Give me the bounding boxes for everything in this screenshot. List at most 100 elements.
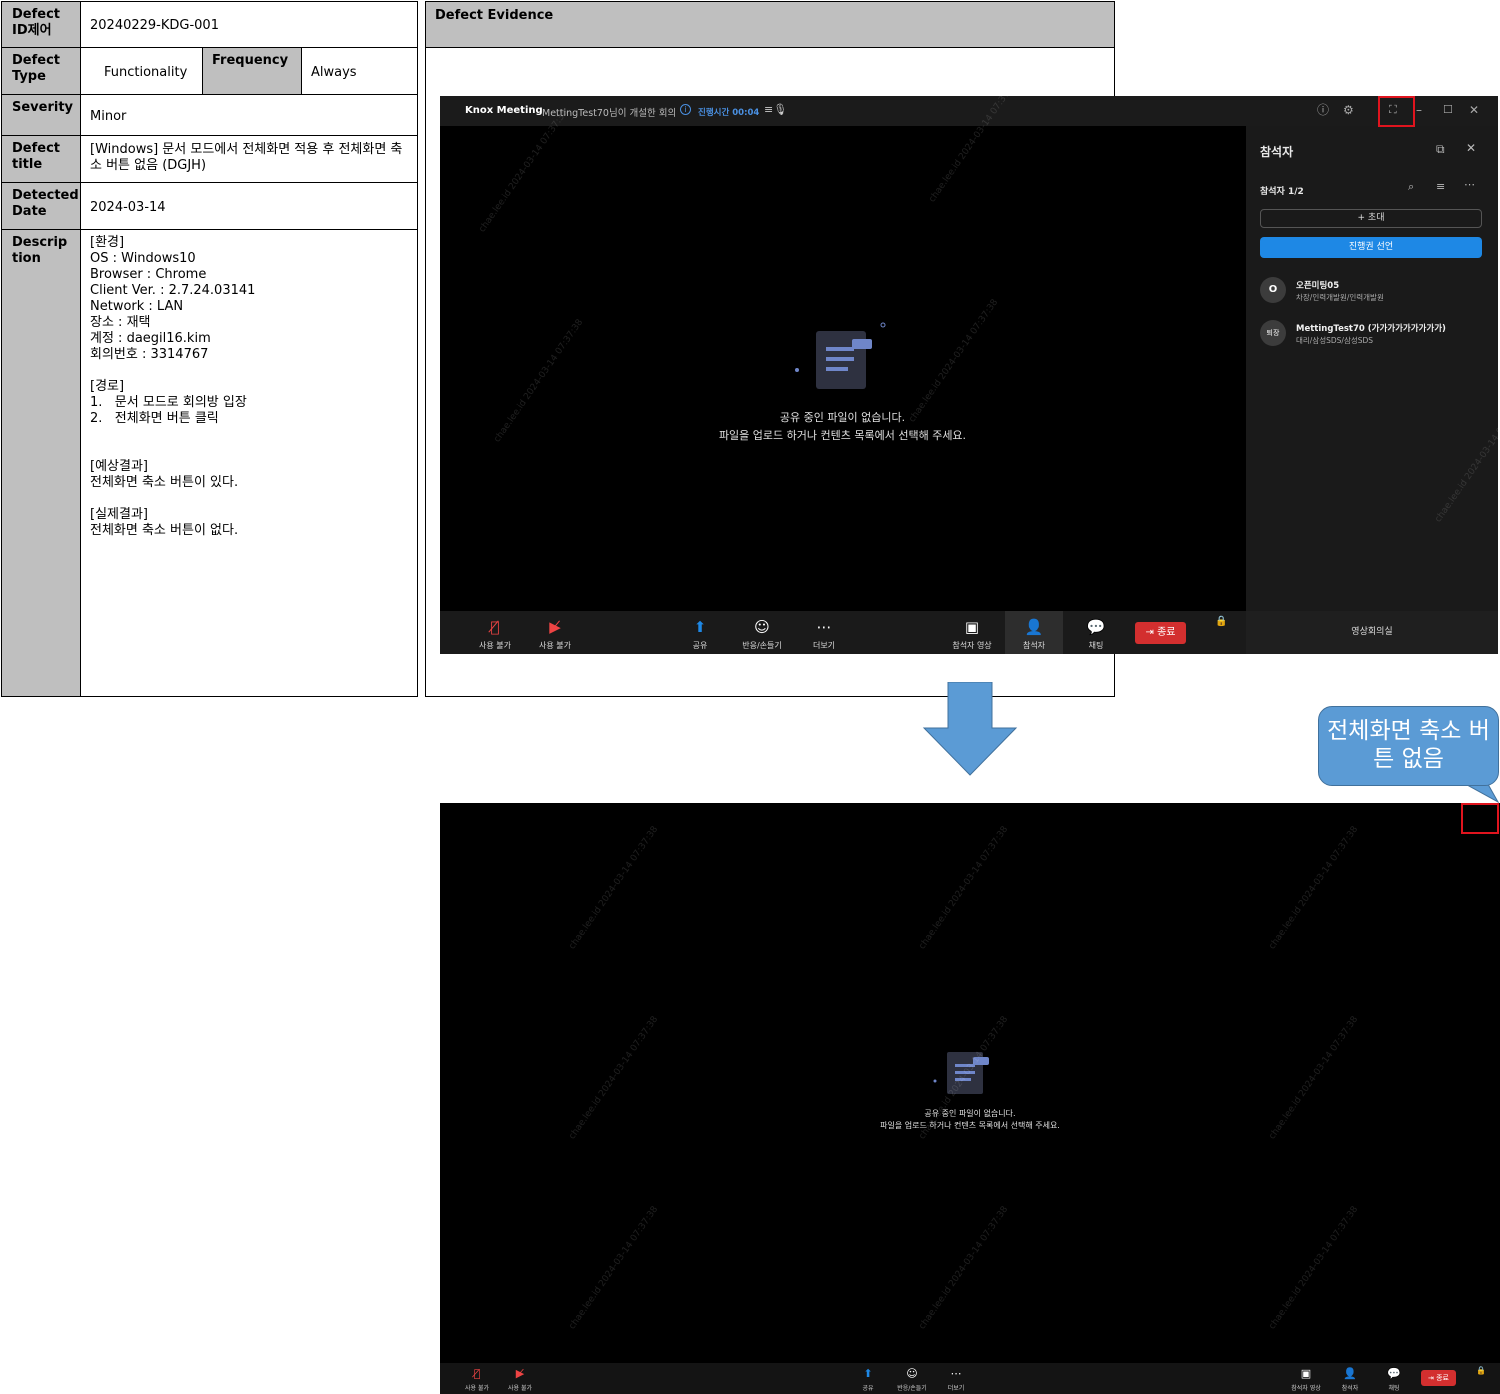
value-description: [환경] OS : Windows10 Browser : Chrome Client… <box>90 235 409 539</box>
label-detected-date: Detected Date <box>2 183 81 229</box>
description-line: Client Ver. : 2.7.24.03141 <box>90 283 256 298</box>
participants-button[interactable]: 👤 참석자 <box>1328 1367 1372 1392</box>
description-line: Browser : Chrome <box>90 267 207 282</box>
info-icon[interactable]: i <box>680 104 691 115</box>
participant-count: 참석자 1/2 <box>1260 184 1304 197</box>
search-icon[interactable]: ⌕ <box>1408 180 1414 194</box>
sidebar-footer[interactable]: 영상회의실 <box>1246 611 1498 654</box>
share-button[interactable]: ⬆ 공유 <box>846 1367 890 1392</box>
description-line: [경로] <box>90 379 125 394</box>
watermark: chae.lee.id 2024-03-14 07:37:38 <box>1267 1204 1361 1332</box>
share-icon: ⬆ <box>693 618 707 636</box>
minimize-icon[interactable]: – <box>1416 103 1422 117</box>
reaction-icon: ☺ <box>754 618 770 636</box>
reaction-button[interactable]: ☺ 반응/손들기 <box>890 1367 934 1392</box>
participant-name: 오픈미팅05 <box>1296 281 1340 291</box>
participant-video-button[interactable]: ▣ 참석자 영상 <box>942 618 1002 651</box>
description-line: 2. 전체화면 버튼 클릭 <box>90 411 219 426</box>
description-line: Network : LAN <box>90 299 184 314</box>
sort-icon[interactable]: ≡ <box>1436 180 1445 193</box>
description-line: [환경] <box>90 235 125 250</box>
lock-icon[interactable]: 🔒 <box>1476 1366 1486 1375</box>
participant-video-icon: ▣ <box>964 618 980 636</box>
help-icon[interactable]: ⓘ <box>1317 103 1329 117</box>
description-line: 전체화면 축소 버튼이 없다. <box>90 523 239 538</box>
share-label: 공유 <box>862 1385 874 1392</box>
gear-icon[interactable]: ⚙ <box>1343 103 1354 117</box>
more-icon: ⋯ <box>816 618 832 636</box>
share-button[interactable]: ⬆ 공유 <box>670 618 730 651</box>
watermark: chae.lee.id 2024-03-14 07:37:38 <box>1433 397 1498 525</box>
watermark: chae.lee.id 2024-03-14 07:37:38 <box>567 824 661 952</box>
host-declare-button[interactable]: 진행권 선언 <box>1260 237 1482 258</box>
empty-document-icon <box>795 322 886 389</box>
chat-button[interactable]: 💬 채팅 <box>1372 1367 1416 1392</box>
share-label: 공유 <box>692 641 708 650</box>
reaction-icon: ☺ <box>906 1367 918 1380</box>
callout-bubble: 전체화면 축소 버튼 없음 <box>1318 706 1499 786</box>
video-label: 사용 불가 <box>508 1385 532 1392</box>
video-label: 사용 불가 <box>539 641 571 650</box>
lock-icon[interactable]: 🔒 <box>1215 616 1227 627</box>
empty-message-line2: 파일을 업로드 하거나 컨텐츠 목록에서 선택해 주세요. <box>718 429 967 442</box>
reaction-button[interactable]: ☺ 반응/손들기 <box>732 618 792 651</box>
avatar: 퇴장 <box>1260 320 1286 346</box>
chat-button[interactable]: 💬 채팅 <box>1066 618 1126 651</box>
end-label: 종료 <box>1157 627 1176 638</box>
description-line <box>90 427 409 443</box>
description-line: OS : Windows10 <box>90 251 196 266</box>
participant-video-label: 참석자 영상 <box>952 641 992 650</box>
participants-label: 참석자 <box>1341 1385 1359 1392</box>
evidence-header: Defect Evidence <box>426 2 1114 48</box>
label-description: Description <box>2 230 81 696</box>
label-defect-type: Defect Type <box>2 48 81 94</box>
participant-name: MettingTest70 (가가가가가가가가가) <box>1296 324 1446 334</box>
participant-dept: 대리/삼성SDS/삼성SDS <box>1296 336 1374 345</box>
mic-button[interactable]: 🎙̸ 사용 불가 <box>465 618 525 651</box>
more-icon: ⋯ <box>950 1367 962 1380</box>
sidebar-close-icon[interactable]: ✕ <box>1466 141 1476 155</box>
participant-dept: 차장/인력개발원/인력개발원 <box>1296 293 1384 302</box>
close-icon[interactable]: ✕ <box>1469 103 1479 117</box>
maximize-icon[interactable]: ☐ <box>1443 103 1453 117</box>
mic-button[interactable]: 🎙̸ 사용 불가 <box>455 1367 499 1392</box>
video-button[interactable]: ▶̸ 사용 불가 <box>525 618 585 651</box>
sidebar-title: 참석자 <box>1260 145 1294 159</box>
row-defect-title: Defect title [Windows] 문서 모드에서 전체화면 적용 후… <box>2 136 417 183</box>
end-button[interactable]: ⇥ 종료 <box>1135 622 1186 644</box>
mic-off-icon: 🎙̸ <box>473 1367 481 1380</box>
more-options-icon[interactable]: ⋯ <box>1464 178 1475 191</box>
more-button[interactable]: ⋯ 더보기 <box>794 618 854 651</box>
description-line: 계정 : daegil16.kim <box>90 331 211 346</box>
participant-video-button[interactable]: ▣ 참석자 영상 <box>1284 1367 1328 1392</box>
person-icon: 👤 <box>1343 1367 1357 1380</box>
mic-label: 사용 불가 <box>479 641 511 650</box>
invite-button[interactable]: + 초대 <box>1260 209 1482 228</box>
reaction-label: 반응/손들기 <box>742 641 782 650</box>
participants-sidebar: 참석자 ⧉ ✕ 참석자 1/2 ⌕ ≡ ⋯ + 초대 진행권 선언 O 오픈미팅… <box>1246 126 1498 654</box>
more-label: 더보기 <box>812 641 836 650</box>
count-label: 참석자 <box>1260 187 1285 197</box>
more-label: 더보기 <box>947 1385 965 1392</box>
description-line: 1. 문서 모드로 회의방 입장 <box>90 395 247 410</box>
row-defect-id: Defect ID제어 20240229-KDG-001 <box>2 2 417 48</box>
description-line <box>90 443 409 459</box>
participants-label: 참석자 <box>1022 641 1046 650</box>
popout-icon[interactable]: ⧉ <box>1436 142 1445 157</box>
participant-video-icon: ▣ <box>1300 1367 1312 1380</box>
participants-button[interactable]: 👤 참석자 <box>1004 618 1064 651</box>
app-brand: Knox Meeting <box>465 105 543 116</box>
missing-exit-fullscreen-highlight <box>1461 803 1499 834</box>
end-button[interactable]: ⇥ 종료 <box>1421 1370 1456 1386</box>
participant-video-label: 참석자 영상 <box>1291 1385 1321 1392</box>
more-button[interactable]: ⋯ 더보기 <box>934 1367 978 1392</box>
description-line: [예상결과] <box>90 459 148 474</box>
chat-label: 채팅 <box>1088 641 1104 650</box>
title-bar: Knox Meeting MettingTest70님이 개설한 회의 i 진행… <box>440 96 1498 126</box>
watermark: chae.lee.id 2024-03-14 07:37:38 <box>567 1204 661 1332</box>
description-line <box>90 363 409 379</box>
label-defect-id: Defect ID제어 <box>2 2 81 47</box>
row-severity: Severity Minor <box>2 95 417 136</box>
video-button[interactable]: ▶̸ 사용 불가 <box>498 1367 542 1392</box>
value-frequency: Always <box>311 65 357 80</box>
